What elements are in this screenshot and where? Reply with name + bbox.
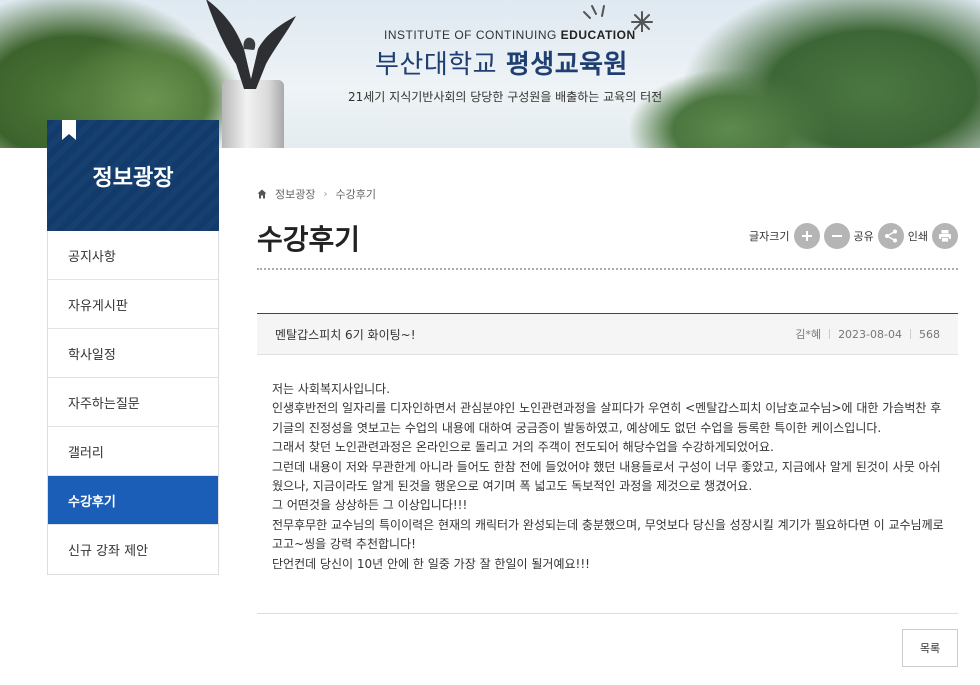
sidebar-item-gallery[interactable]: 갤러리 [48, 427, 218, 476]
meta-divider [910, 329, 911, 339]
banner-slogan: 21세기 지식기반사회의 당당한 구성원을 배출하는 교육의 터전 [348, 90, 663, 104]
sidebar-item-free-board[interactable]: 자유게시판 [48, 280, 218, 329]
home-icon[interactable] [257, 189, 267, 199]
page-tools: 글자크기 공유 인쇄 [749, 223, 958, 249]
banner-title[interactable]: 부산대학교 평생교육원 [375, 44, 628, 81]
share-icon [884, 229, 897, 243]
post-paragraph: 전무후무한 교수님의 특이이력은 현재의 캐릭터가 완성되는데 충분했으며, 무… [272, 517, 944, 552]
bookmark-icon [62, 120, 76, 140]
sidebar-item-faq[interactable]: 자주하는질문 [48, 378, 218, 427]
sidebar-item-reviews[interactable]: 수강후기 [48, 476, 218, 525]
breadcrumb-item-info[interactable]: 정보광장 [275, 186, 315, 202]
font-increase-button[interactable] [793, 223, 820, 249]
sidebar-title: 정보광장 [92, 165, 174, 191]
banner-trees-right-2 [630, 70, 830, 148]
meta-divider [829, 329, 831, 339]
breadcrumb: 정보광장 › 수강후기 [257, 186, 376, 202]
font-size-label: 글자크기 [749, 230, 790, 243]
post-views: 568 [919, 327, 940, 341]
post-header: 멘탈갑스피치 6기 화이팅~! 김*혜 2023-08-04 568 [257, 313, 958, 355]
banner-subtitle-en: INSTITUTE OF CONTINUING EDUCATION [384, 28, 636, 42]
breadcrumb-item-reviews[interactable]: 수강후기 [335, 186, 375, 202]
print-label: 인쇄 [907, 230, 928, 243]
eagle-icon [206, 0, 296, 89]
post-author: 김*혜 [795, 328, 822, 341]
page-title: 수강후기 [257, 223, 361, 256]
plus-icon [801, 231, 812, 241]
post-paragraph: 인생후반전의 일자리를 디자인하면서 관심분야인 노인관련과정을 살피다가 우연… [272, 401, 942, 435]
sidebar: 정보광장 공지사항 자유게시판 학사일정 자주하는질문 갤러리 수강후기 신규 … [47, 120, 219, 575]
title-divider [257, 268, 958, 270]
post-meta: 김*혜 2023-08-04 568 [795, 326, 940, 342]
sidebar-header: 정보광장 [47, 120, 219, 231]
font-decrease-button[interactable] [823, 223, 850, 249]
post-paragraph: 그 어떤것을 상상하든 그 이상입니다!!! [272, 498, 468, 513]
share-label: 공유 [853, 230, 874, 243]
post-title: 멘탈갑스피치 6기 화이팅~! [275, 327, 416, 342]
sidebar-item-course-proposal[interactable]: 신규 강좌 제안 [48, 525, 218, 574]
post-date: 2023-08-04 [838, 327, 902, 341]
sidebar-item-notice[interactable]: 공지사항 [48, 231, 218, 280]
printer-icon [939, 230, 951, 243]
print-button[interactable] [932, 223, 958, 249]
share-button[interactable] [877, 223, 904, 249]
minus-icon [831, 235, 842, 237]
post-body: 저는 사회복지사입니다. 인생후반전의 일자리를 디자인하면서 관심분야인 노인… [272, 380, 944, 574]
post-paragraph: 그래서 찾던 노인관련과정은 온라인으로 돌리고 거의 주객이 전도되어 해당수… [272, 440, 774, 455]
post-paragraph: 그런데 내용이 저와 무관한게 아니라 들어도 한참 전에 들었어야 했던 내용… [272, 459, 941, 494]
post-paragraph: 단언컨데 당신이 10년 안에 한 일중 가장 잘 한일이 될거예요!!! [272, 556, 590, 571]
sidebar-menu: 공지사항 자유게시판 학사일정 자주하는질문 갤러리 수강후기 신규 강좌 제안 [47, 231, 219, 575]
list-button[interactable]: 목록 [902, 629, 958, 667]
post-bottom-divider [257, 613, 958, 614]
sidebar-item-schedule[interactable]: 학사일정 [48, 329, 218, 378]
chevron-right-icon: › [323, 188, 328, 200]
post-paragraph: 저는 사회복지사입니다. [272, 382, 391, 396]
